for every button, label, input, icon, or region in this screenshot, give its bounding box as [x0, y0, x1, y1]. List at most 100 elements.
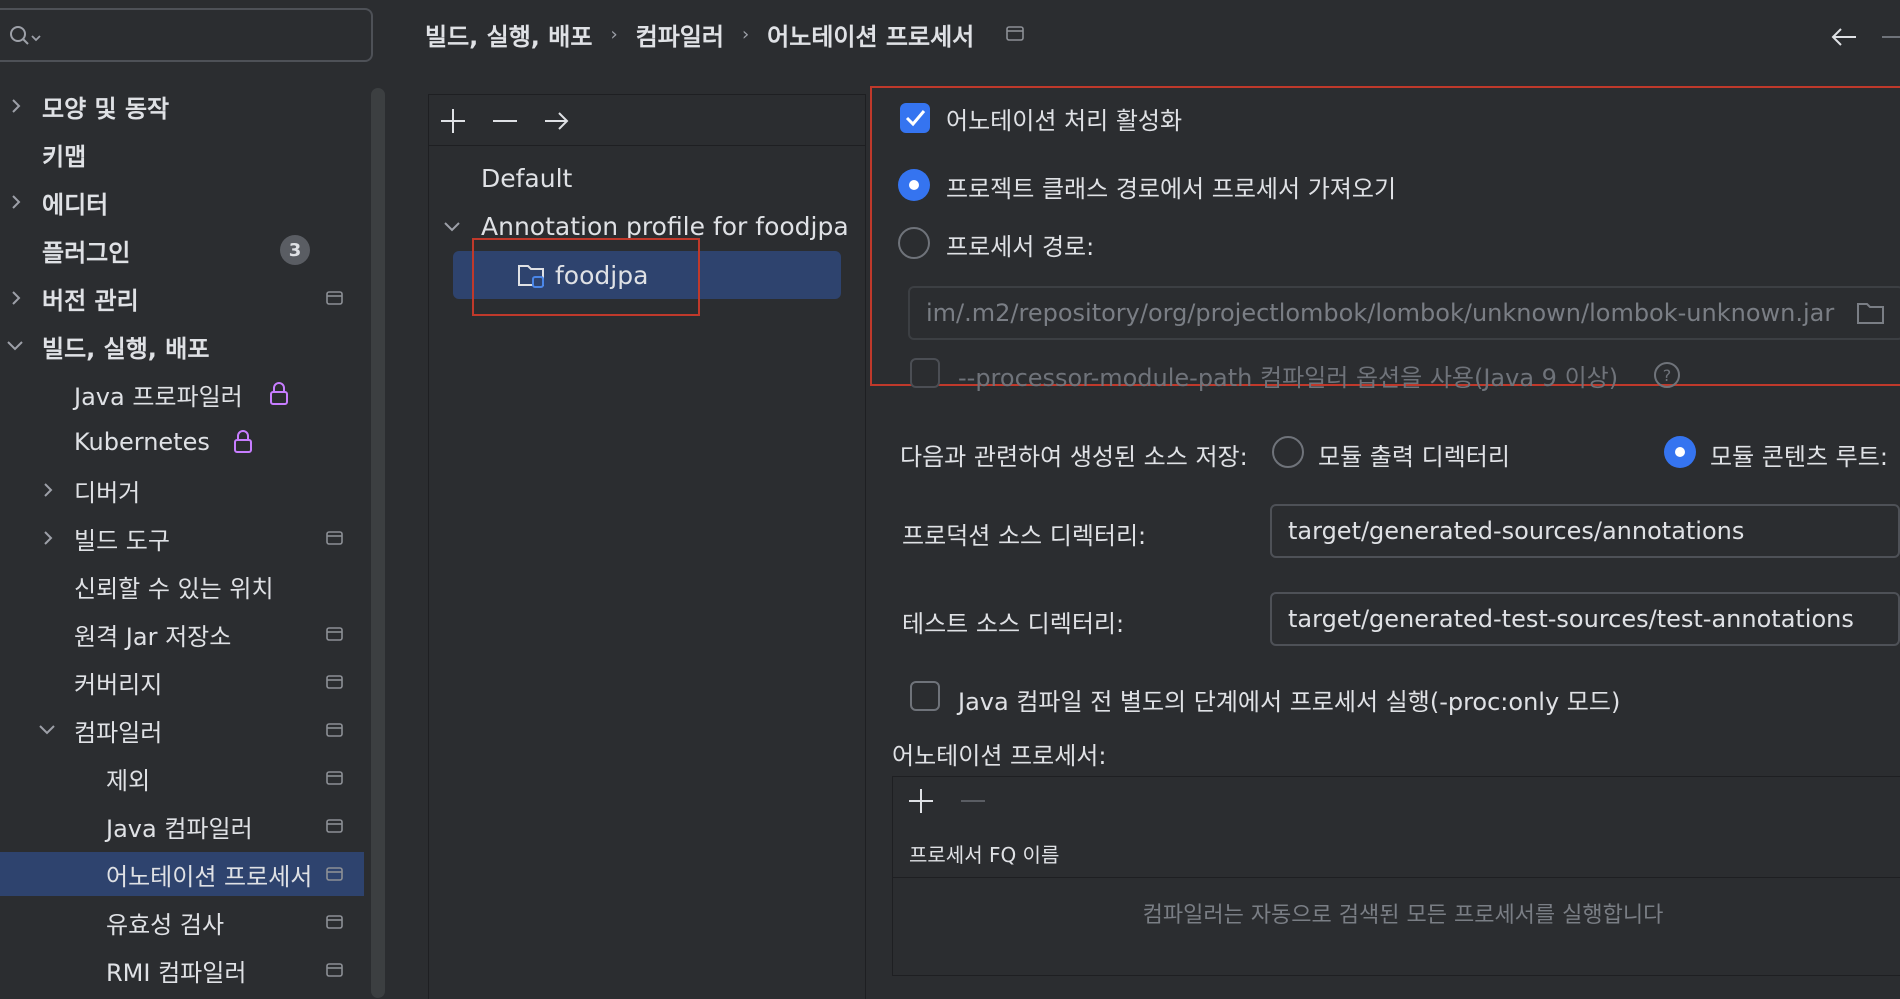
- chevron-right-icon[interactable]: [40, 530, 56, 546]
- breadcrumb-separator: ›: [610, 23, 618, 45]
- processor-path-label: 프로세서 경로:: [946, 233, 1095, 261]
- sidebar-item-label: 디버거: [74, 478, 141, 507]
- module-output-dir-label: 모듈 출력 디렉터리: [1318, 443, 1510, 471]
- profile-default[interactable]: Default: [481, 159, 572, 197]
- module-path-option-label: --processor-module-path 컴파일러 옵션을 사용(Java…: [958, 364, 1619, 392]
- sidebar-item-label: 플러그인: [42, 238, 131, 267]
- processor-path-radio[interactable]: [898, 227, 930, 259]
- sidebar-item-validation[interactable]: 유효성 검사: [0, 900, 364, 944]
- profiles-toolbar: [429, 95, 865, 146]
- settings-sidebar: 모양 및 동작 키맵 에디터 플러그인 3 버전 관리 빌드, 실행, 배포 J…: [0, 0, 388, 998]
- help-icon[interactable]: ?: [1652, 360, 1682, 390]
- sidebar-item-version-control[interactable]: 버전 관리: [0, 276, 364, 320]
- sidebar-item-plugins[interactable]: 플러그인 3: [0, 228, 364, 272]
- proc-only-checkbox[interactable]: [910, 681, 940, 711]
- project-level-icon: [326, 914, 344, 930]
- project-level-icon: [326, 722, 344, 738]
- remove-icon[interactable]: [959, 787, 987, 815]
- sidebar-item-label: 키맵: [42, 142, 87, 171]
- sidebar-item-label: 모양 및 동작: [42, 94, 170, 123]
- processors-toolbar: [893, 777, 1900, 828]
- add-icon[interactable]: [907, 787, 935, 815]
- chevron-down-icon[interactable]: [443, 219, 461, 235]
- sidebar-item-appearance[interactable]: 모양 및 동작: [0, 84, 364, 128]
- highlight-frame: [472, 238, 700, 316]
- obtain-from-classpath-label: 프로젝트 클래스 경로에서 프로세서 가져오기: [946, 175, 1397, 203]
- sidebar-item-label: 제외: [106, 766, 151, 795]
- sidebar-item-java-profiler[interactable]: Java 프로파일러: [0, 372, 364, 416]
- sidebar-item-label: Java 컴파일러: [106, 814, 253, 843]
- sidebar-item-label: 빌드, 실행, 배포: [42, 334, 210, 363]
- forward-arrow-icon[interactable]: [1882, 26, 1900, 48]
- production-dir-label: 프로덕션 소스 디렉터리:: [902, 522, 1147, 550]
- sidebar-item-build-run-deploy[interactable]: 빌드, 실행, 배포: [0, 324, 364, 368]
- test-dir-input[interactable]: target/generated-test-sources/test-annot…: [1270, 592, 1900, 646]
- sidebar-item-label: 버전 관리: [42, 286, 139, 315]
- sidebar-item-excludes[interactable]: 제외: [0, 756, 364, 800]
- sidebar-item-build-tools[interactable]: 빌드 도구: [0, 516, 364, 560]
- breadcrumb-item[interactable]: 컴파일러: [636, 17, 724, 52]
- chevron-down-icon[interactable]: [6, 338, 23, 354]
- sidebar-item-label: RMI 컴파일러: [106, 958, 247, 987]
- sidebar-item-label: 신뢰할 수 있는 위치: [74, 574, 274, 603]
- remove-icon[interactable]: [491, 107, 519, 135]
- folder-icon[interactable]: [1856, 300, 1886, 326]
- chevron-right-icon[interactable]: [8, 194, 24, 210]
- sidebar-item-coverage[interactable]: 커버리지: [0, 660, 364, 704]
- sidebar-item-keymap[interactable]: 키맵: [0, 132, 364, 176]
- chevron-right-icon[interactable]: [8, 290, 24, 306]
- svg-text:?: ?: [1663, 366, 1672, 385]
- column-header-label: 프로세서 FQ 이름: [909, 843, 1060, 867]
- sidebar-item-compiler[interactable]: 컴파일러: [0, 708, 364, 752]
- module-content-root-radio[interactable]: [1664, 436, 1696, 468]
- project-level-icon: [1006, 25, 1026, 43]
- sidebar-item-trusted-locations[interactable]: 신뢰할 수 있는 위치: [0, 564, 364, 608]
- store-generated-label: 다음과 관련하여 생성된 소스 저장:: [900, 443, 1248, 471]
- project-level-icon: [326, 962, 344, 978]
- production-dir-value: target/generated-sources/annotations: [1288, 517, 1745, 545]
- back-arrow-icon[interactable]: [1830, 26, 1858, 48]
- breadcrumb-item: 어노테이션 프로세서: [767, 22, 975, 51]
- test-dir-value: target/generated-test-sources/test-annot…: [1288, 605, 1854, 633]
- proc-only-label: Java 컴파일 전 별도의 단계에서 프로세서 실행(-proc:only 모…: [958, 688, 1621, 716]
- chevron-right-icon[interactable]: [8, 98, 24, 114]
- project-level-icon: [326, 530, 344, 546]
- module-path-option-checkbox[interactable]: [910, 358, 940, 388]
- chevron-right-icon[interactable]: [40, 482, 56, 498]
- settings-search-input[interactable]: [0, 8, 373, 62]
- sidebar-item-label: 원격 Jar 저장소: [74, 622, 232, 651]
- project-level-icon: [326, 674, 344, 690]
- module-output-dir-radio[interactable]: [1272, 436, 1304, 468]
- enable-processing-checkbox[interactable]: [900, 103, 930, 133]
- project-level-icon: [326, 818, 344, 834]
- processor-path-field[interactable]: im/.m2/repository/org/projectlombok/lomb…: [908, 286, 1900, 340]
- sidebar-item-java-compiler[interactable]: Java 컴파일러: [0, 804, 364, 848]
- test-dir-label: 테스트 소스 디렉터리:: [902, 610, 1125, 638]
- add-icon[interactable]: [439, 107, 467, 135]
- production-dir-input[interactable]: target/generated-sources/annotations: [1270, 504, 1900, 558]
- lock-icon: [232, 429, 254, 455]
- project-level-icon: [326, 626, 344, 642]
- sidebar-item-debugger[interactable]: 디버거: [0, 468, 364, 512]
- move-to-icon[interactable]: [543, 107, 571, 135]
- sidebar-item-remote-jar-repos[interactable]: 원격 Jar 저장소: [0, 612, 364, 656]
- processor-fq-name-column-header[interactable]: 프로세서 FQ 이름: [893, 827, 1900, 878]
- enable-processing-label: 어노테이션 처리 활성화: [946, 107, 1183, 135]
- lock-icon: [268, 381, 290, 407]
- chevron-down-icon[interactable]: [38, 722, 55, 738]
- sidebar-item-label: 유효성 검사: [106, 910, 225, 939]
- sidebar-item-annotation-processors[interactable]: 어노테이션 프로세서: [0, 852, 364, 896]
- sidebar-item-label: 빌드 도구: [74, 526, 170, 555]
- sidebar-item-label: Java 프로파일러: [74, 382, 243, 411]
- annotation-processors-label: 어노테이션 프로세서:: [892, 742, 1107, 770]
- sidebar-item-editor[interactable]: 에디터: [0, 180, 364, 224]
- plugins-update-badge: 3: [280, 235, 310, 265]
- sidebar-item-rmi-compiler[interactable]: RMI 컴파일러: [0, 948, 364, 992]
- sidebar-item-label: 어노테이션 프로세서: [106, 862, 313, 891]
- sidebar-item-kubernetes[interactable]: Kubernetes: [0, 420, 364, 464]
- sidebar-item-label: 에디터: [42, 190, 109, 219]
- sidebar-scrollbar[interactable]: [371, 88, 385, 998]
- breadcrumb-item[interactable]: 빌드, 실행, 배포: [425, 17, 592, 52]
- module-content-root-label: 모듈 콘텐츠 루트:: [1710, 443, 1888, 471]
- obtain-from-classpath-radio[interactable]: [898, 169, 930, 201]
